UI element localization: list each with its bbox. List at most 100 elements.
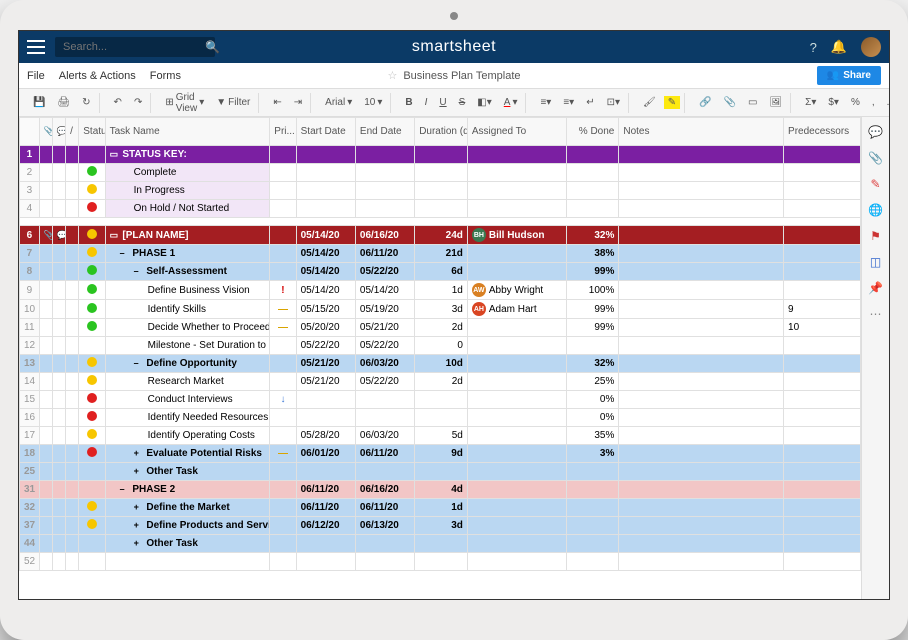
cell-attach[interactable] (39, 263, 52, 281)
table-row[interactable]: 12Milestone - Set Duration to 005/22/200… (20, 337, 861, 355)
hamburger-menu-icon[interactable] (27, 40, 45, 54)
cell[interactable] (355, 146, 414, 164)
table-row[interactable]: 2Complete (20, 164, 861, 182)
cell-end[interactable]: 06/13/20 (355, 517, 414, 535)
cell-status[interactable] (79, 300, 105, 319)
cell-status[interactable] (79, 409, 105, 427)
cell-duration[interactable]: 6d (415, 263, 468, 281)
cell-pred[interactable] (784, 517, 861, 535)
cell-comment[interactable] (52, 481, 65, 499)
cell-comment[interactable] (52, 337, 65, 355)
cell-duration[interactable] (415, 391, 468, 409)
cell-duration[interactable]: 2d (415, 319, 468, 337)
cell-comment[interactable] (52, 245, 65, 263)
cell-end[interactable]: 05/14/20 (355, 281, 414, 300)
cell[interactable] (270, 146, 296, 164)
cell-notes[interactable] (619, 319, 784, 337)
cell-attach[interactable] (39, 319, 52, 337)
cell-assigned[interactable] (467, 245, 566, 263)
cell-status[interactable] (79, 263, 105, 281)
cell-assigned[interactable] (467, 481, 566, 499)
cell-comment[interactable] (52, 391, 65, 409)
cell-blank[interactable] (66, 481, 79, 499)
link-icon[interactable]: 🔗 (695, 95, 715, 110)
cell-assigned[interactable] (467, 391, 566, 409)
comma-icon[interactable]: , (868, 95, 879, 110)
cell-done[interactable]: 99% (566, 300, 619, 319)
rail-attachments-icon[interactable]: 📎 (868, 151, 883, 165)
cell-task[interactable]: Complete (105, 164, 270, 182)
cell-duration[interactable] (415, 409, 468, 427)
cell-attach[interactable] (39, 535, 52, 553)
cell-notes[interactable] (619, 355, 784, 373)
cell[interactable] (566, 182, 619, 200)
cell-start[interactable] (296, 535, 355, 553)
cell-notes[interactable] (619, 553, 784, 571)
table-row[interactable]: 9Define Business Vision!05/14/2005/14/20… (20, 281, 861, 300)
wrap-icon[interactable]: ↵ (582, 95, 598, 110)
cell-assigned[interactable] (467, 463, 566, 481)
cell-blank[interactable] (66, 245, 79, 263)
cell-notes[interactable] (619, 409, 784, 427)
table-row[interactable]: 6📎💬▭ [PLAN NAME]05/14/2006/16/2024dBHBil… (20, 226, 861, 245)
cell-start[interactable]: 05/14/20 (296, 263, 355, 281)
cell-done[interactable]: 100% (566, 281, 619, 300)
cell[interactable] (467, 200, 566, 218)
cell-attach[interactable] (39, 463, 52, 481)
cell-status[interactable] (79, 499, 105, 517)
row-num[interactable]: 8 (20, 263, 40, 281)
cell[interactable] (39, 146, 52, 164)
cell-comment[interactable] (52, 355, 65, 373)
cell-done[interactable] (566, 553, 619, 571)
form-icon[interactable]: ▭ (744, 95, 761, 110)
cell-priority[interactable]: — (270, 300, 296, 319)
cell-notes[interactable] (619, 226, 784, 245)
cell-notes[interactable] (619, 481, 784, 499)
col-duration[interactable]: Duration (days) (415, 118, 468, 146)
cell-task[interactable]: – PHASE 1 (105, 245, 270, 263)
table-row[interactable] (20, 218, 861, 226)
cell[interactable] (66, 146, 79, 164)
cell-priority[interactable] (270, 535, 296, 553)
cell-blank[interactable] (66, 409, 79, 427)
cell-attach[interactable] (39, 409, 52, 427)
cell-end[interactable]: 05/21/20 (355, 319, 414, 337)
row-num[interactable]: 31 (20, 481, 40, 499)
col-end[interactable]: End Date (355, 118, 414, 146)
cell-status[interactable] (79, 373, 105, 391)
cell[interactable] (39, 182, 52, 200)
cell[interactable] (296, 146, 355, 164)
notifications-icon[interactable]: 🔔 (831, 39, 847, 55)
cell[interactable] (467, 164, 566, 182)
sheet-table[interactable]: 📎 💬 / Status Task Name Pri... Start Date… (19, 117, 861, 571)
row-num[interactable]: 6 (20, 226, 40, 245)
table-row[interactable]: 32+ Define the Market06/11/2006/11/201d (20, 499, 861, 517)
cell-pred[interactable] (784, 427, 861, 445)
search-input[interactable] (63, 41, 205, 53)
bold-icon[interactable]: B (401, 95, 416, 110)
cell-notes[interactable] (619, 517, 784, 535)
cell[interactable] (784, 200, 861, 218)
cell-blank[interactable] (66, 319, 79, 337)
cell-task[interactable]: Decide Whether to Proceed (105, 319, 270, 337)
cell-duration[interactable]: 1d (415, 281, 468, 300)
row-num[interactable]: 15 (20, 391, 40, 409)
cell-done[interactable]: 32% (566, 226, 619, 245)
font-select[interactable]: Arial ▾ (321, 95, 356, 110)
cell-done[interactable] (566, 517, 619, 535)
col-predecessors[interactable]: Predecessors (784, 118, 861, 146)
cell-duration[interactable] (415, 535, 468, 553)
cell-attach[interactable] (39, 300, 52, 319)
cell-end[interactable] (355, 463, 414, 481)
cell-end[interactable]: 05/19/20 (355, 300, 414, 319)
cell-notes[interactable] (619, 300, 784, 319)
table-row[interactable]: 1▭ STATUS KEY: (20, 146, 861, 164)
cell-pred[interactable] (784, 337, 861, 355)
cell-blank[interactable] (66, 391, 79, 409)
table-row[interactable]: 44+ Other Task (20, 535, 861, 553)
cell-blank[interactable] (66, 517, 79, 535)
cell-priority[interactable] (270, 337, 296, 355)
table-row[interactable]: 17Identify Operating Costs05/28/2006/03/… (20, 427, 861, 445)
cell-priority[interactable] (270, 226, 296, 245)
cell-end[interactable] (355, 553, 414, 571)
